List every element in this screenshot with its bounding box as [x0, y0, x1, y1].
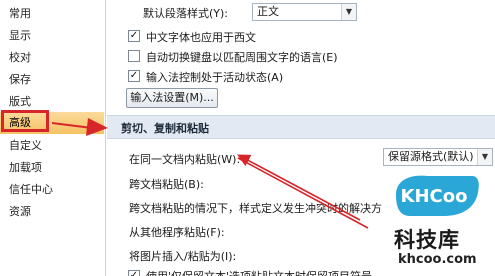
checkbox-auto-switch-keyboard[interactable] [128, 50, 140, 62]
checkbox-keep-bullets[interactable]: ✓ [128, 270, 140, 276]
watermark-badge-text: KHCoo [401, 186, 468, 207]
ime-control-label: 输入法控制处于活动状态(A) [146, 71, 284, 84]
sidebar-item-general[interactable]: 常用 [0, 3, 104, 25]
sidebar-item-resources[interactable]: 资源 [0, 201, 104, 223]
insert-picture-as-label: 将图片插入/粘贴为(I): [129, 250, 237, 263]
sidebar-item-trust-center[interactable]: 信任中心 [0, 179, 104, 201]
sidebar-item-addins[interactable]: 加载项 [0, 157, 104, 179]
khcoo-logo-badge: KHCoo [396, 175, 479, 216]
sidebar-item-save[interactable]: 保存 [0, 69, 104, 91]
paste-same-document-dropdown[interactable]: 保留源格式(默认) ▼ [383, 148, 493, 166]
checkbox-ime-control[interactable]: ✓ [128, 70, 140, 82]
chinese-font-western-label: 中文字体也应用于西文 [146, 31, 256, 44]
paste-other-programs-label: 从其他程序粘贴(F): [129, 226, 225, 239]
watermark-name: 科技库 [394, 228, 460, 252]
annotation-highlight-box [1, 110, 49, 132]
cut-copy-paste-section-header: 剪切、复制和粘贴 [107, 115, 495, 139]
sidebar-item-display[interactable]: 显示 [0, 25, 104, 47]
sidebar-item-proofing[interactable]: 校对 [0, 47, 104, 69]
paste-between-documents-label: 跨文档粘贴(B): [129, 178, 204, 191]
section-title: 剪切、复制和粘贴 [121, 122, 209, 135]
default-paragraph-style-dropdown[interactable]: 正文 ▼ [252, 3, 357, 21]
paste-same-document-value: 保留源格式(默认) [388, 150, 474, 163]
auto-switch-keyboard-label: 自动切换键盘以匹配周围文字的语言(E) [146, 51, 338, 64]
chevron-down-icon[interactable]: ▼ [341, 4, 356, 20]
default-paragraph-style-value: 正文 [257, 5, 279, 18]
paste-same-document-label: 在同一文档内粘贴(W): [129, 153, 241, 166]
keep-bullets-label: 使用'仅保留文本'选项粘贴文本时保留项目符号 [146, 268, 372, 276]
watermark-url: khcoo.com [398, 252, 477, 267]
checkbox-chinese-font-western[interactable]: ✓ [128, 30, 140, 42]
sidebar-item-customize[interactable]: 自定义 [0, 135, 104, 157]
options-sidebar: 常用 显示 校对 保存 版式 高级 自定义 加载项 信任中心 资源 [0, 0, 106, 276]
default-paragraph-style-label: 默认段落样式(Y): [143, 7, 229, 20]
ime-settings-button[interactable]: 输入法设置(M)... [126, 88, 218, 108]
chevron-down-icon[interactable]: ▼ [477, 149, 492, 165]
paste-style-conflict-label: 跨文档粘贴的情况下，样式定义发生冲突时的解决方 [129, 202, 382, 215]
khcoo-watermark: KHCoo 科技库 khcoo.com [378, 172, 495, 276]
